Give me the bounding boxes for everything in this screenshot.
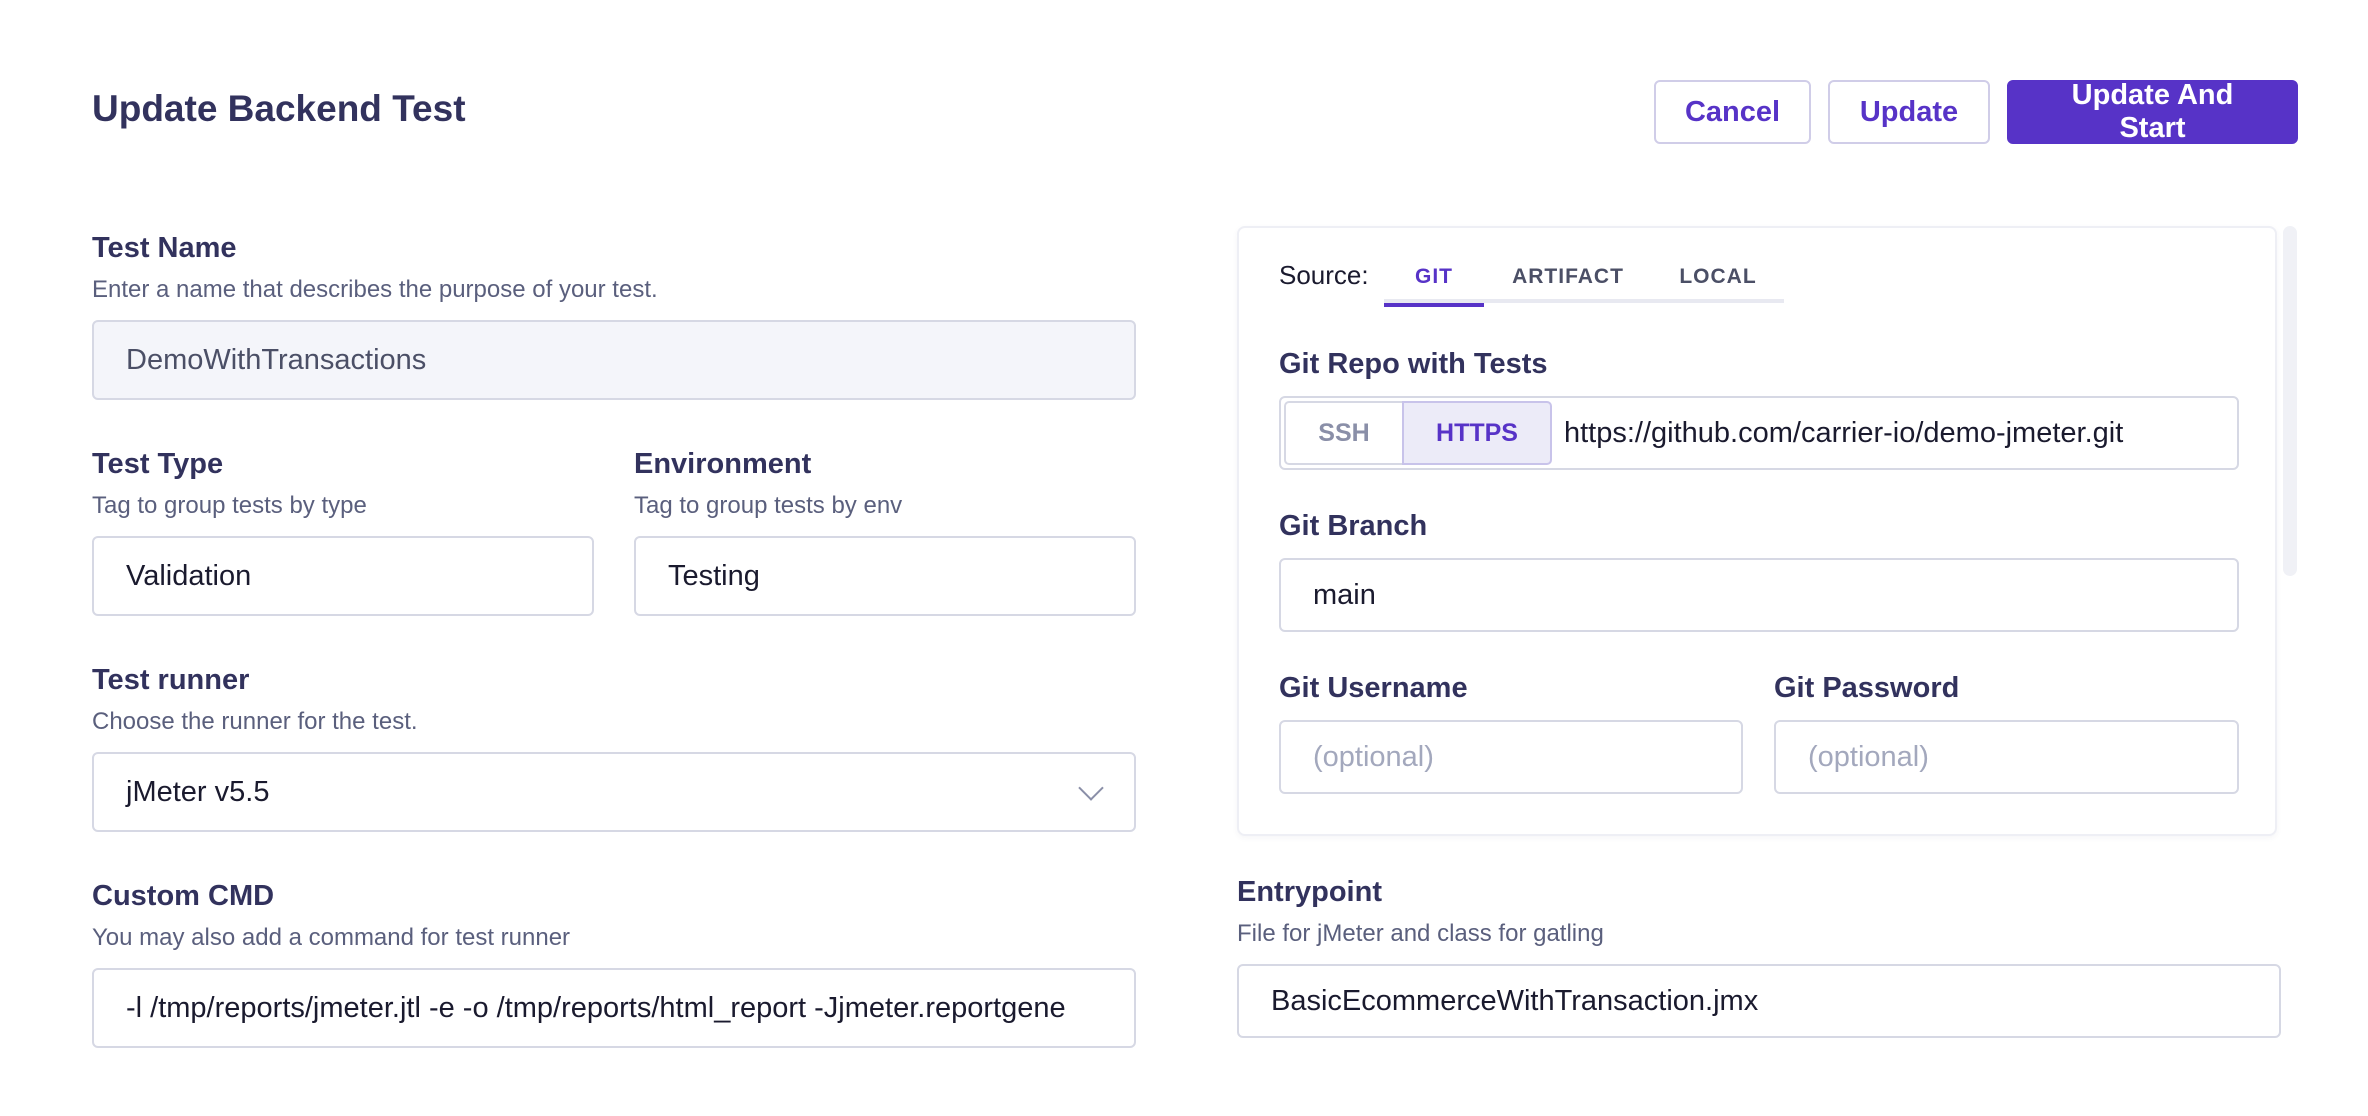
- custom-cmd-input[interactable]: -l /tmp/reports/jmeter.jtl -e -o /tmp/re…: [92, 968, 1136, 1048]
- git-username-input[interactable]: (optional): [1279, 720, 1743, 794]
- custom-cmd-help: You may also add a command for test runn…: [92, 924, 571, 951]
- tab-artifact[interactable]: ARTIFACT: [1484, 250, 1652, 303]
- git-repo-group: SSH HTTPS https://github.com/carrier-io/…: [1279, 396, 2239, 470]
- git-repo-input[interactable]: https://github.com/carrier-io/demo-jmete…: [1552, 417, 2123, 450]
- git-branch-label: Git Branch: [1279, 510, 1428, 542]
- git-username-label: Git Username: [1279, 672, 1468, 704]
- git-repo-label: Git Repo with Tests: [1279, 348, 1548, 380]
- test-name-input[interactable]: DemoWithTransactions: [92, 320, 1136, 400]
- git-branch-input[interactable]: main: [1279, 558, 2239, 632]
- environment-help: Tag to group tests by env: [634, 492, 903, 519]
- test-runner-label: Test runner: [92, 664, 250, 696]
- header-actions: Cancel Update Update And Start: [1654, 79, 2298, 144]
- test-type-help: Tag to group tests by type: [92, 492, 367, 519]
- custom-cmd-label: Custom CMD: [92, 880, 275, 912]
- environment-label: Environment: [634, 448, 812, 480]
- test-name-help: Enter a name that describes the purpose …: [92, 276, 658, 303]
- tab-git[interactable]: GIT: [1384, 250, 1484, 307]
- page-title: Update Backend Test: [92, 88, 466, 129]
- entrypoint-input[interactable]: BasicEcommerceWithTransaction.jmx: [1237, 964, 2281, 1038]
- update-backend-test-page: Update Backend Test Cancel Update Update…: [0, 0, 2368, 1116]
- source-tabs: GIT ARTIFACT LOCAL: [1384, 250, 1784, 307]
- https-toggle-button[interactable]: HTTPS: [1402, 401, 1552, 465]
- tab-local[interactable]: LOCAL: [1652, 250, 1784, 303]
- git-password-label: Git Password: [1774, 672, 1960, 704]
- test-type-input[interactable]: Validation: [92, 536, 594, 616]
- test-runner-value: jMeter v5.5: [126, 775, 270, 808]
- ssh-toggle-button[interactable]: SSH: [1284, 401, 1402, 465]
- cancel-button[interactable]: Cancel: [1654, 80, 1811, 144]
- environment-input[interactable]: Testing: [634, 536, 1136, 616]
- test-type-label: Test Type: [92, 448, 224, 480]
- entrypoint-label: Entrypoint: [1237, 876, 1382, 908]
- source-card: Source: GIT ARTIFACT LOCAL Git Repo with…: [1237, 226, 2277, 836]
- entrypoint-help: File for jMeter and class for gatling: [1237, 920, 1604, 947]
- source-card-scrollbar[interactable]: [2283, 226, 2297, 576]
- update-button[interactable]: Update: [1828, 80, 1990, 144]
- test-runner-help: Choose the runner for the test.: [92, 708, 418, 735]
- test-runner-select[interactable]: jMeter v5.5: [92, 752, 1136, 832]
- git-password-input[interactable]: (optional): [1774, 720, 2239, 794]
- chevron-down-icon: [1078, 775, 1104, 801]
- test-name-label: Test Name: [92, 232, 237, 264]
- source-label: Source:: [1279, 260, 1369, 290]
- update-and-start-button[interactable]: Update And Start: [2007, 79, 2298, 144]
